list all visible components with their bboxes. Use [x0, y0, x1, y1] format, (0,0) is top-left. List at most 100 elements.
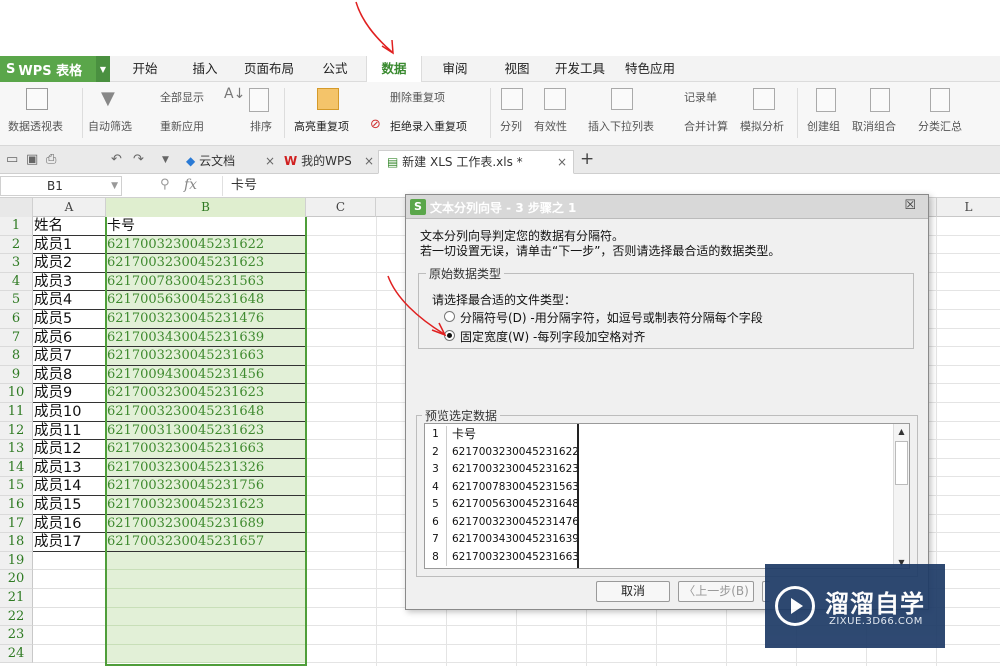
cell-a[interactable]: [33, 589, 106, 608]
cell-b[interactable]: [106, 626, 306, 645]
tab-home[interactable]: 开始: [122, 56, 168, 82]
cell-a[interactable]: 成员16: [33, 514, 106, 534]
row-header[interactable]: 15: [0, 477, 33, 496]
fixed-width-radio[interactable]: [444, 330, 455, 341]
cell-b[interactable]: 6217007830045231563: [106, 272, 306, 292]
sort-button[interactable]: 排序: [250, 118, 272, 134]
row-header[interactable]: 12: [0, 421, 33, 441]
tab-page-layout[interactable]: 页面布局: [236, 56, 302, 82]
row-header[interactable]: 4: [0, 272, 33, 292]
cell-a[interactable]: [33, 570, 106, 589]
row-header[interactable]: 17: [0, 514, 33, 534]
cell-b[interactable]: 6217009430045231456: [106, 365, 306, 385]
row-header[interactable]: 5: [0, 291, 33, 310]
cell-b[interactable]: [106, 570, 306, 589]
cancel-button[interactable]: 取消: [596, 581, 670, 602]
pivot-table-button[interactable]: 数据透视表: [8, 118, 63, 134]
cell-a[interactable]: 成员10: [33, 403, 106, 422]
cell-a[interactable]: 姓名: [33, 217, 106, 236]
row-header[interactable]: 16: [0, 496, 33, 515]
cell-a[interactable]: 成员15: [33, 496, 106, 515]
cell-a[interactable]: 成员17: [33, 533, 106, 552]
save-icon[interactable]: ▣: [26, 152, 38, 167]
row-header[interactable]: 21: [0, 589, 33, 608]
cell-a[interactable]: 成员3: [33, 272, 106, 292]
cell-a[interactable]: 成员11: [33, 421, 106, 441]
row-header[interactable]: 14: [0, 458, 33, 478]
delimited-radio[interactable]: [444, 311, 455, 322]
cell-a[interactable]: [33, 626, 106, 645]
insert-dropdown-button[interactable]: 插入下拉列表: [588, 118, 654, 134]
cell-a[interactable]: [33, 607, 106, 627]
tab-cloud-docs[interactable]: ◆ 云文档: [186, 150, 235, 174]
cell-b[interactable]: [106, 644, 306, 664]
row-header[interactable]: 24: [0, 644, 33, 664]
row-header[interactable]: 9: [0, 365, 33, 385]
tab-review[interactable]: 审阅: [432, 56, 478, 82]
column-header-c[interactable]: C: [306, 198, 376, 217]
autofilter-button[interactable]: 自动筛选: [88, 118, 132, 134]
cell-a[interactable]: 成员8: [33, 365, 106, 385]
scroll-up-icon[interactable]: ▲: [894, 424, 909, 439]
cell-a[interactable]: 成员9: [33, 384, 106, 403]
select-all-corner[interactable]: [0, 198, 33, 217]
column-header-a[interactable]: A: [33, 198, 106, 217]
row-header[interactable]: 8: [0, 347, 33, 366]
cell-b[interactable]: 6217003230045231663: [106, 440, 306, 459]
cell-a[interactable]: 成员6: [33, 328, 106, 348]
validity-button[interactable]: 有效性: [534, 118, 567, 134]
column-break-line[interactable]: [577, 424, 579, 568]
cell-b[interactable]: [106, 607, 306, 627]
close-icon[interactable]: ×: [265, 150, 275, 174]
chevron-down-icon[interactable]: ▼: [96, 56, 110, 82]
cell-b[interactable]: 卡号: [106, 217, 306, 236]
record-form-button[interactable]: 记录单: [684, 89, 717, 105]
fx-icon[interactable]: fx: [184, 177, 197, 193]
cell-a[interactable]: 成员2: [33, 254, 106, 273]
tab-view[interactable]: 视图: [494, 56, 540, 82]
row-header[interactable]: 22: [0, 607, 33, 627]
row-header[interactable]: 2: [0, 235, 33, 255]
subtotal-button[interactable]: 分类汇总: [918, 118, 962, 134]
cell-a[interactable]: 成员1: [33, 235, 106, 255]
delete-duplicates-button[interactable]: 删除重复项: [390, 89, 445, 105]
cell-b[interactable]: 6217003230045231622: [106, 235, 306, 255]
cell-b[interactable]: 6217003230045231689: [106, 514, 306, 534]
cell-b[interactable]: 6217003230045231657: [106, 533, 306, 552]
cell-a[interactable]: 成员14: [33, 477, 106, 496]
cell-a[interactable]: [33, 644, 106, 664]
cell-a[interactable]: 成员12: [33, 440, 106, 459]
cell-b[interactable]: 6217003230045231756: [106, 477, 306, 496]
cell-b[interactable]: [106, 551, 306, 571]
fixed-width-option-label[interactable]: 固定宽度(W) -每列字段加空格对齐: [460, 328, 645, 345]
row-header[interactable]: 23: [0, 626, 33, 645]
tab-mywps[interactable]: W 我的WPS: [284, 150, 352, 174]
cell-a[interactable]: 成员4: [33, 291, 106, 310]
split-button[interactable]: 分列: [500, 118, 522, 134]
tab-formula[interactable]: 公式: [312, 56, 358, 82]
reapply-button[interactable]: 重新应用: [160, 118, 204, 134]
consolidate-button[interactable]: 合并计算: [684, 118, 728, 134]
chevron-down-icon[interactable]: ▼: [111, 177, 118, 195]
print-icon[interactable]: ⎙: [46, 152, 56, 167]
preview-scrollbar[interactable]: ▲ ▼: [893, 424, 909, 568]
app-menu-button[interactable]: S WPS 表格 ▼: [0, 56, 110, 82]
back-button[interactable]: 〈上一步(B): [678, 581, 754, 602]
tab-special[interactable]: 特色应用: [618, 56, 682, 82]
new-tab-icon[interactable]: +: [580, 148, 594, 172]
row-header[interactable]: 6: [0, 310, 33, 329]
preview-pane[interactable]: 1 卡号 2 6217003230045231622 3 6217003230045231…: [424, 423, 910, 569]
row-header[interactable]: 18: [0, 533, 33, 552]
tab-data[interactable]: 数据: [366, 56, 422, 83]
column-header-l[interactable]: L: [936, 198, 1000, 217]
open-folder-icon[interactable]: ▭: [6, 152, 18, 167]
row-header[interactable]: 10: [0, 384, 33, 403]
cell-b[interactable]: 6217003430045231639: [106, 328, 306, 348]
simulate-button[interactable]: 模拟分析: [740, 118, 784, 134]
cell-b[interactable]: 6217003230045231648: [106, 403, 306, 422]
reject-duplicates-button[interactable]: 拒绝录入重复项: [390, 118, 467, 134]
undo-icon[interactable]: ↶: [111, 152, 122, 167]
delimited-option-label[interactable]: 分隔符号(D) -用分隔字符，如逗号或制表符分隔每个字段: [460, 309, 763, 326]
show-all-button[interactable]: 全部显示: [160, 89, 204, 105]
chevron-down-icon[interactable]: ▼: [162, 155, 169, 165]
